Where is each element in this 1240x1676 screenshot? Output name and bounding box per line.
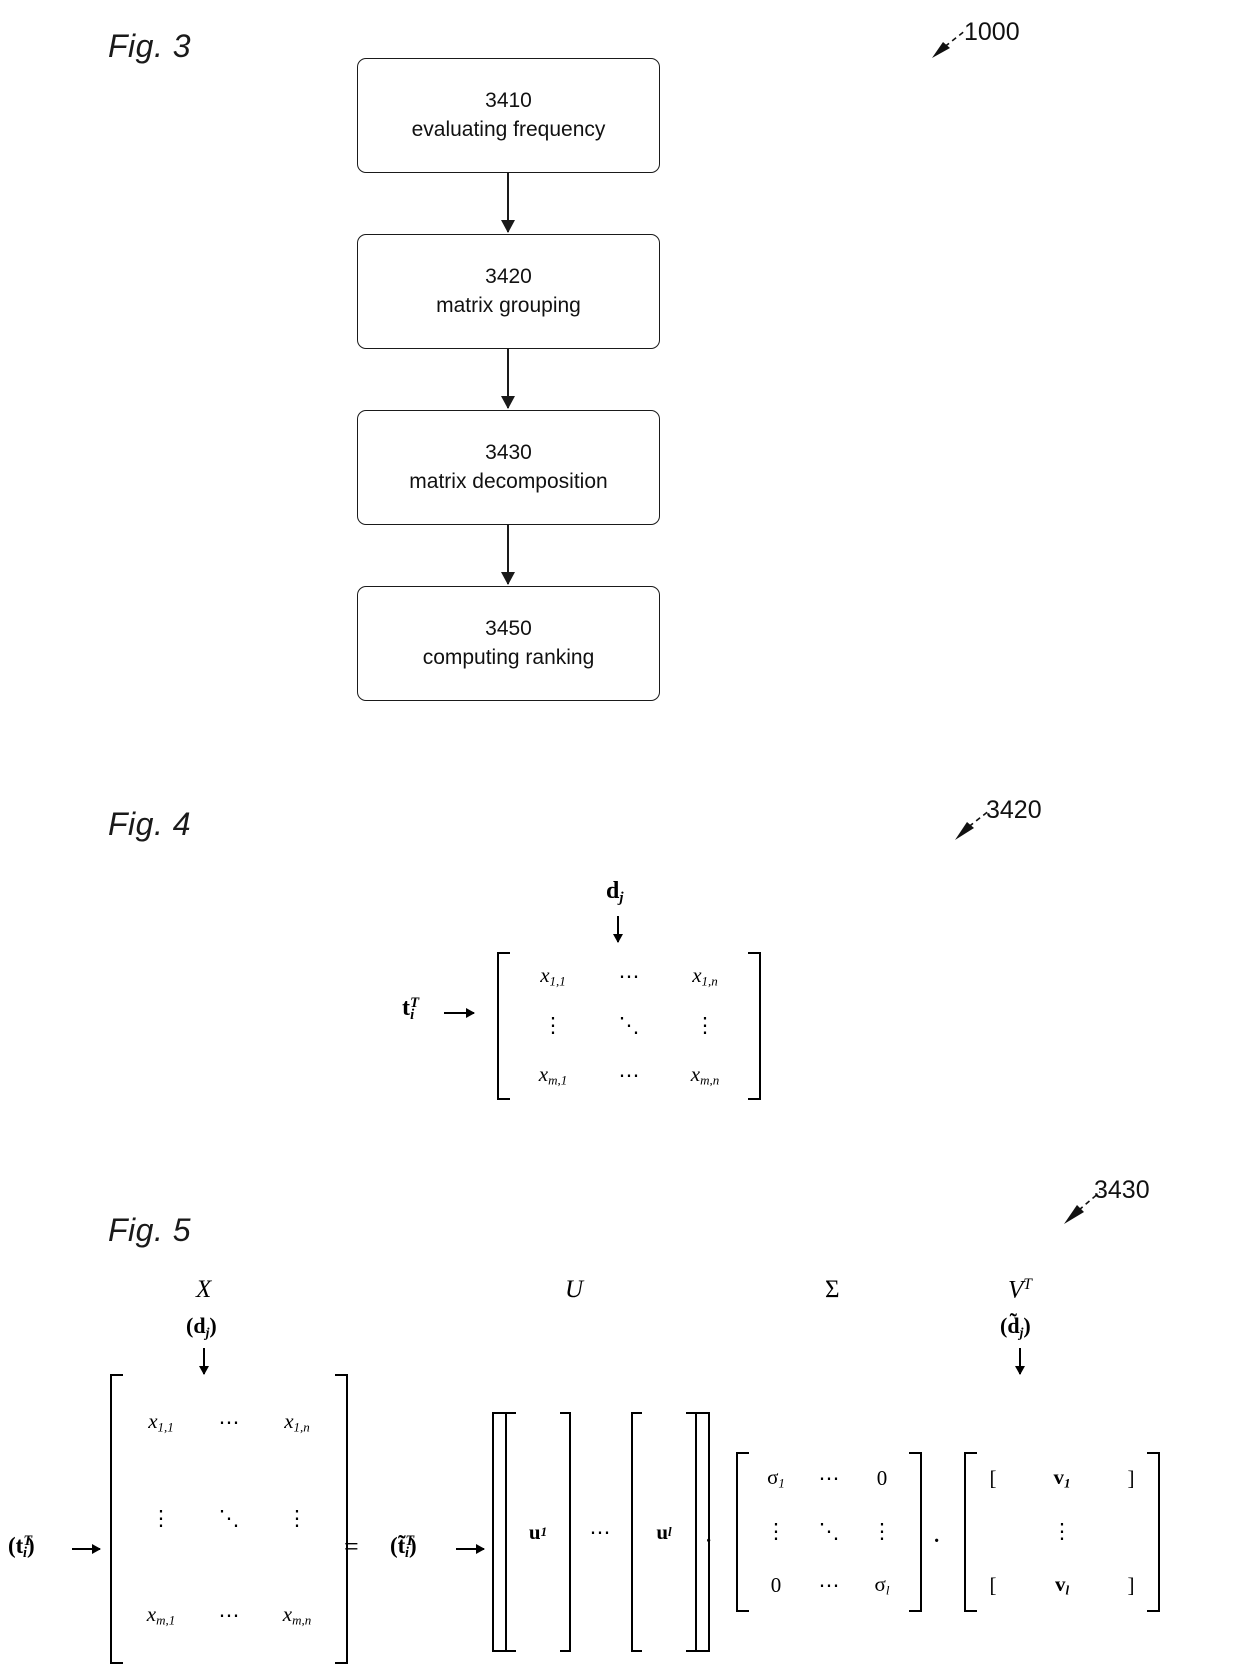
flow-step-text: matrix decomposition: [409, 469, 608, 493]
column-vector-bracket-right: [560, 1412, 571, 1652]
column-vector-bracket-right: [686, 1412, 697, 1652]
fig5-row-label-left: (tTi): [8, 1533, 35, 1561]
matrix-cell: x1,1: [540, 963, 566, 989]
bracket-right: [909, 1452, 922, 1612]
matrix-cell: ⋮: [765, 1519, 787, 1544]
fig4-column-label: dj: [606, 878, 624, 907]
matrix-cell: ⋮: [286, 1506, 308, 1531]
reference-number-3430: 3430: [1094, 1176, 1150, 1204]
flow-step-3450[interactable]: 3450 computing ranking: [357, 586, 660, 701]
fig5-row-label-mid: (t̃Ti): [390, 1533, 417, 1561]
flow-step-number: 3450: [485, 616, 532, 640]
fig4-row-label: tTi: [402, 995, 420, 1024]
fig5-arrow-left: [203, 1348, 205, 1374]
fig5-header-sigma: Σ: [825, 1276, 840, 1303]
matrix-cell: ⋱: [818, 1519, 840, 1544]
matrix-cell: xm,1: [538, 1062, 568, 1088]
fig5-header-u: U: [565, 1276, 584, 1303]
matrix-cell: xm,n: [690, 1062, 720, 1088]
flow-connector-2: [507, 349, 509, 408]
figure-label-fig3: Fig. 3: [108, 28, 192, 64]
flow-step-text: matrix grouping: [436, 293, 581, 317]
fig5-arrow-right: [1019, 1348, 1021, 1374]
matrix-cell: xm,n: [282, 1602, 312, 1628]
matrix-cell: ⋯: [589, 1519, 613, 1544]
bracket-right: [335, 1374, 348, 1664]
bracket-left: [492, 1412, 505, 1652]
flow-step-text: computing ranking: [422, 645, 595, 669]
matrix-cell: ⋯: [818, 1572, 840, 1597]
matrix-cell: ⋮: [694, 1013, 716, 1038]
figure-label-fig5: Fig. 5: [108, 1212, 192, 1248]
matrix-cell: ⋯: [218, 1603, 240, 1628]
flow-step-3420[interactable]: 3420 matrix grouping: [357, 234, 660, 349]
flow-step-text: evaluating frequency: [411, 117, 606, 141]
flow-step-3410[interactable]: 3410 evaluating frequency: [357, 58, 660, 173]
matrix-cell: vl: [1054, 1572, 1070, 1598]
flow-step-number: 3420: [485, 264, 532, 288]
fig5-row-arrow-left: [72, 1548, 100, 1550]
row-vector-bracket-right: ]: [1127, 1466, 1135, 1491]
row-vector-bracket-right: ]: [1127, 1572, 1135, 1597]
fig5-matrix-x: x1,1 ⋯ x1,n ⋮ ⋱ ⋮ xm,1 ⋯ xm,n: [110, 1374, 348, 1664]
matrix-cell: ⋱: [218, 1506, 240, 1531]
matrix-cell: ⋮: [871, 1519, 893, 1544]
matrix-cell: ⋮: [1051, 1519, 1073, 1544]
matrix-cell: ⋯: [818, 1466, 840, 1491]
fig5-matrix-sigma: σ1 ⋯ 0 ⋮ ⋱ ⋮ 0 ⋯ σl: [736, 1452, 922, 1612]
flow-connector-1: [507, 173, 509, 232]
fig5-matrix-v: [ v1 ] ⋮ [ vl ]: [964, 1452, 1160, 1612]
matrix-cell: 0: [770, 1572, 782, 1597]
matrix-cell: x1,n: [692, 963, 718, 989]
matrix-cell: xm,1: [146, 1602, 176, 1628]
bracket-left: [110, 1374, 123, 1664]
reference-number-1000: 1000: [964, 18, 1020, 46]
matrix-cell: 0: [876, 1466, 888, 1491]
matrix-cell: u1: [528, 1519, 548, 1544]
matrix-cell: ⋯: [618, 964, 640, 989]
column-vector-bracket-left: [631, 1412, 642, 1652]
flow-step-number: 3430: [485, 440, 532, 464]
fig5-header-x: X: [196, 1276, 212, 1303]
bracket-left: [964, 1452, 977, 1612]
matrix-cell: σ1: [767, 1465, 785, 1491]
matrix-cell: ⋮: [150, 1506, 172, 1531]
fig5-sublabel-left: (dj): [186, 1313, 217, 1340]
matrix-cell: x1,n: [284, 1409, 310, 1435]
bracket-left: [497, 952, 510, 1100]
flow-connector-3: [507, 525, 509, 584]
matrix-cell: ⋯: [618, 1062, 640, 1087]
fig4-column-arrow: [617, 916, 619, 942]
fig5-header-vt: VT: [1008, 1276, 1032, 1304]
fig5-sublabel-right: (d̃j): [1000, 1313, 1031, 1340]
fig5-equals-sign: =: [344, 1532, 359, 1561]
row-vector-bracket-left: [: [989, 1572, 997, 1597]
matrix-cell: ⋮: [542, 1013, 564, 1038]
flow-step-number: 3410: [485, 88, 532, 112]
fig4-matrix: x1,1 ⋯ x1,n ⋮ ⋱ ⋮ xm,1 ⋯ xm,n: [497, 952, 761, 1100]
bracket-right: [1147, 1452, 1160, 1612]
fig4-row-arrow: [444, 1012, 474, 1014]
bracket-left: [736, 1452, 749, 1612]
row-vector-bracket-left: [: [989, 1466, 997, 1491]
figure-label-fig4: Fig. 4: [108, 806, 192, 842]
fig5-matrix-u: u1 ⋯ ul: [492, 1412, 710, 1652]
bracket-right: [748, 952, 761, 1100]
matrix-cell: ⋯: [218, 1409, 240, 1434]
fig5-row-arrow-mid: [456, 1548, 484, 1550]
matrix-cell: σl: [874, 1572, 890, 1598]
flow-step-3430[interactable]: 3430 matrix decomposition: [357, 410, 660, 525]
fig5-multiplication-dot-1: ·: [704, 1526, 714, 1557]
reference-number-3420: 3420: [986, 796, 1042, 824]
matrix-cell: x1,1: [148, 1409, 174, 1435]
matrix-cell: v1: [1053, 1465, 1071, 1491]
column-vector-bracket-left: [505, 1412, 516, 1652]
matrix-cell: ul: [656, 1519, 672, 1544]
matrix-cell: ⋱: [618, 1013, 640, 1038]
fig5-multiplication-dot-2: ·: [932, 1526, 942, 1557]
